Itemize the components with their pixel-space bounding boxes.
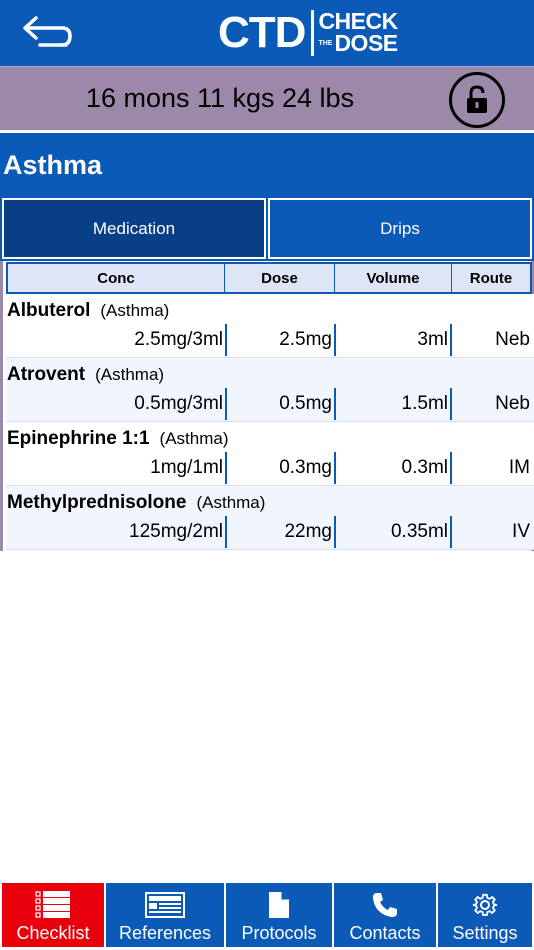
nav-checklist[interactable]: Checklist bbox=[2, 883, 104, 947]
nav-references-label: References bbox=[118, 923, 212, 943]
nav-protocols-label: Protocols bbox=[241, 923, 317, 943]
logo-divider bbox=[311, 10, 315, 56]
logo-stack: CHECK THE DOSE bbox=[318, 10, 398, 56]
column-header-conc: Conc bbox=[8, 264, 225, 292]
cell-volume: 3ml bbox=[336, 324, 452, 356]
drug-name-text: Albuterol bbox=[7, 300, 91, 321]
table-row[interactable]: Atrovent (Asthma) 0.5mg/3ml 0.5mg 1.5ml N… bbox=[6, 358, 534, 422]
cell-conc: 2.5mg/3ml bbox=[6, 324, 227, 356]
cell-conc: 125mg/2ml bbox=[6, 516, 227, 548]
cell-volume: 1.5ml bbox=[336, 388, 452, 420]
column-header-volume: Volume bbox=[335, 264, 452, 292]
tab-drips[interactable]: Drips bbox=[268, 198, 532, 259]
nav-protocols[interactable]: Protocols bbox=[226, 883, 332, 947]
drug-name-text: Epinephrine 1:1 bbox=[7, 428, 150, 449]
cell-dose: 0.5mg bbox=[227, 388, 336, 420]
gear-icon bbox=[472, 888, 498, 922]
drug-name: Albuterol (Asthma) bbox=[7, 300, 169, 322]
cell-dose: 2.5mg bbox=[227, 324, 336, 356]
cell-volume: 0.35ml bbox=[336, 516, 452, 548]
cell-route: Neb bbox=[495, 393, 530, 414]
cell-conc: 1mg/1ml bbox=[6, 452, 227, 484]
app-logo: CTD CHECK THE DOSE bbox=[218, 8, 398, 58]
back-arrow-icon bbox=[23, 16, 72, 47]
tab-bar: Medication Drips bbox=[0, 196, 534, 261]
phone-icon bbox=[371, 888, 399, 922]
section-title: Asthma bbox=[3, 150, 103, 180]
tab-medication-label: Medication bbox=[92, 218, 176, 238]
drug-name-text: Methylprednisolone bbox=[7, 492, 187, 513]
patient-summary: 16 mons 11 kgs 24 lbs bbox=[85, 83, 355, 113]
table-header: Conc Dose Volume Route bbox=[6, 262, 532, 294]
nav-settings-label: Settings bbox=[452, 923, 518, 943]
drug-indication: (Asthma) bbox=[159, 429, 229, 448]
logo-ctd: CTD bbox=[218, 8, 306, 57]
drug-name-text: Atrovent bbox=[7, 364, 86, 385]
column-header-route: Route bbox=[469, 269, 513, 287]
cell-dose: 22mg bbox=[227, 516, 336, 548]
table-row[interactable]: Epinephrine 1:1 (Asthma) 1mg/1ml 0.3mg 0.… bbox=[6, 422, 534, 486]
tab-drips-label: Drips bbox=[380, 218, 420, 238]
column-header-dose: Dose bbox=[225, 264, 335, 292]
unlock-icon bbox=[467, 85, 487, 113]
drug-indication: (Asthma) bbox=[196, 493, 266, 512]
nav-settings[interactable]: Settings bbox=[438, 883, 532, 947]
drug-indication: (Asthma) bbox=[100, 301, 170, 320]
lock-button[interactable] bbox=[449, 72, 505, 128]
checklist-icon bbox=[33, 888, 73, 922]
document-icon bbox=[268, 888, 290, 922]
table-row[interactable]: Methylprednisolone (Asthma) 125mg/2ml 22m… bbox=[6, 486, 534, 550]
cell-dose: 0.3mg bbox=[227, 452, 336, 484]
bottom-nav: Checklist References Protocols Contacts … bbox=[0, 881, 534, 950]
nav-references[interactable]: References bbox=[106, 883, 224, 947]
logo-dose: DOSE bbox=[334, 30, 398, 56]
back-button[interactable] bbox=[14, 10, 80, 56]
app-header: CTD CHECK THE DOSE bbox=[0, 0, 534, 66]
nav-contacts-label: Contacts bbox=[349, 923, 421, 943]
cell-route: IV bbox=[512, 521, 530, 542]
logo-dose-row: THE DOSE bbox=[318, 30, 398, 56]
patient-info-bar: 16 mons 11 kgs 24 lbs bbox=[0, 66, 534, 130]
drug-name: Epinephrine 1:1 (Asthma) bbox=[7, 428, 229, 450]
references-icon bbox=[145, 888, 185, 922]
nav-checklist-label: Checklist bbox=[16, 923, 90, 943]
table-row[interactable]: Albuterol (Asthma) 2.5mg/3ml 2.5mg 3ml Ne… bbox=[6, 294, 534, 358]
drug-name: Atrovent (Asthma) bbox=[7, 364, 164, 386]
section-title-bar: Asthma bbox=[0, 133, 534, 196]
cell-conc: 0.5mg/3ml bbox=[6, 388, 227, 420]
drug-indication: (Asthma) bbox=[95, 365, 165, 384]
logo-the: THE bbox=[318, 40, 333, 48]
cell-route: IM bbox=[508, 457, 530, 478]
nav-contacts[interactable]: Contacts bbox=[334, 883, 436, 947]
tab-medication[interactable]: Medication bbox=[2, 198, 266, 259]
cell-volume: 0.3ml bbox=[336, 452, 452, 484]
medication-table: Conc Dose Volume Route Albuterol (Asthma)… bbox=[0, 261, 534, 551]
drug-name: Methylprednisolone (Asthma) bbox=[7, 492, 265, 514]
cell-route: Neb bbox=[495, 329, 530, 350]
